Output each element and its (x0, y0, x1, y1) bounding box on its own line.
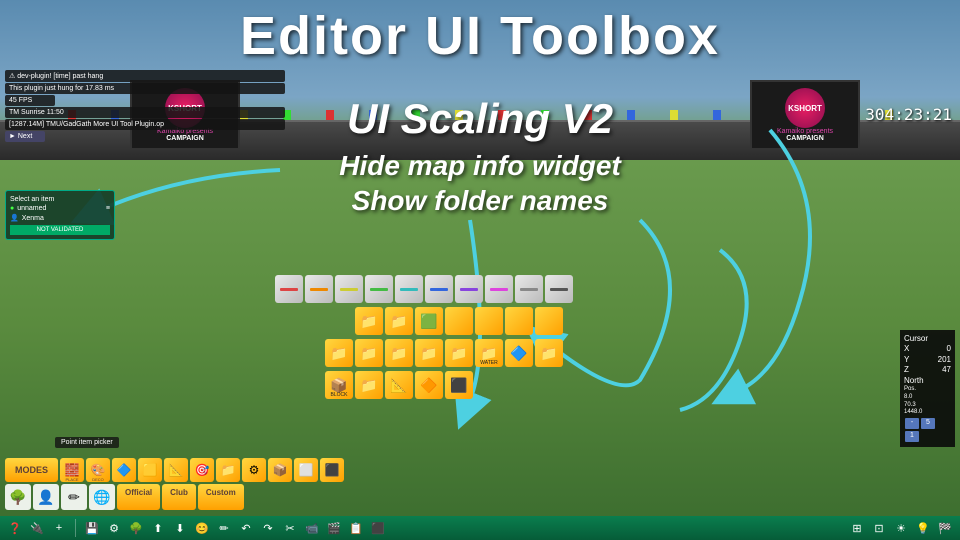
folder-item[interactable]: 📦BLOCK (325, 371, 353, 399)
folder-item[interactable]: 📁WATER (475, 339, 503, 367)
color-swatch[interactable] (455, 275, 483, 303)
grid-icon[interactable]: ⊞ (848, 519, 866, 537)
modes-button[interactable]: MODES (5, 458, 58, 482)
color-palette-row (275, 275, 573, 303)
up-icon[interactable]: ⬆ (149, 519, 167, 537)
folder-item[interactable]: 🔷 (505, 339, 533, 367)
grid-sm-button[interactable]: - (905, 418, 919, 429)
tree-icon[interactable]: 🌳 (127, 519, 145, 537)
color-swatch[interactable] (515, 275, 543, 303)
folder-row-2: 📁 📁 🟩 (355, 307, 563, 335)
tool-globe-icon[interactable]: 🌐 (89, 484, 115, 510)
flag-icon[interactable]: 🏁 (936, 519, 954, 537)
sun-icon[interactable]: ☀ (892, 519, 910, 537)
debug-overlay: ⚠ dev-plugin! [time] past hang This plug… (5, 70, 285, 143)
color-swatch[interactable] (395, 275, 423, 303)
tab-official[interactable]: Official (117, 484, 160, 510)
tool-edit-icon[interactable]: ✏ (61, 484, 87, 510)
folder-item[interactable]: 📐 (385, 371, 413, 399)
plugin-hang-msg: This plugin just hung for 17.83 ms (5, 83, 285, 94)
mode-icon[interactable]: ⚙ (242, 458, 266, 482)
color-swatch[interactable] (305, 275, 333, 303)
mode-icon[interactable]: 📁 (216, 458, 240, 482)
folder-item[interactable]: 📁 (355, 339, 383, 367)
overlay-feature-2: Show folder names (0, 185, 960, 217)
mode-deco-icon[interactable]: 🎨DECO (86, 458, 110, 482)
folder-item[interactable]: 🔶 (415, 371, 443, 399)
folder-item[interactable]: 📁 (535, 339, 563, 367)
mode-icon[interactable]: 📐 (164, 458, 188, 482)
color-swatch[interactable] (545, 275, 573, 303)
cut-icon[interactable]: ✂ (281, 519, 299, 537)
edit-icon[interactable]: ✏ (215, 519, 233, 537)
plugin-icon[interactable]: 🔌 (28, 519, 46, 537)
map-info-title: Select an item (10, 195, 110, 204)
color-swatch[interactable] (275, 275, 303, 303)
folder-item[interactable]: 🟩 (415, 307, 443, 335)
mode-icon[interactable]: 📦 (268, 458, 292, 482)
tool-user-icon[interactable]: 👤 (33, 484, 59, 510)
clipboard-icon[interactable]: 📋 (347, 519, 365, 537)
folder-item[interactable] (445, 307, 473, 335)
folder-item[interactable]: ⬛ (445, 371, 473, 399)
color-swatch[interactable] (485, 275, 513, 303)
folder-item[interactable] (535, 307, 563, 335)
plus-icon[interactable]: + (50, 519, 68, 537)
validation-badge: NOT VALIDATED (10, 225, 110, 235)
folder-item[interactable]: 📁 (325, 339, 353, 367)
record-icon[interactable]: 🎬 (325, 519, 343, 537)
grid-lg-button[interactable]: 1 (905, 431, 919, 442)
grid-md-button[interactable]: 5 (921, 418, 935, 429)
folder-row-3: 📁 📁 📁 📁 📁 📁WATER 🔷 📁 (325, 339, 563, 367)
tab-custom[interactable]: Custom (198, 484, 244, 510)
item-picker-label: Point item picker (55, 437, 119, 448)
folder-item[interactable]: 📁 (385, 339, 413, 367)
plugin-warning: ⚠ dev-plugin! [time] past hang (5, 70, 285, 82)
folder-row-4: 📦BLOCK 📁 📐 🔶 ⬛ (325, 371, 473, 399)
undo-icon[interactable]: ↶ (237, 519, 255, 537)
time-of-day: TM Sunrise 11:50 (5, 107, 285, 118)
mode-icon[interactable]: 🟨 (138, 458, 162, 482)
bottom-toolbar: ❓ 🔌 + 💾 ⚙ 🌳 ⬆ ⬇ 😊 ✏ ↶ ↷ ✂ 📹 🎬 📋 ⬛ ⊞ ⊡ ☀ … (0, 516, 960, 540)
folder-item[interactable]: 📁 (355, 371, 383, 399)
save-icon[interactable]: 💾 (83, 519, 101, 537)
color-swatch[interactable] (335, 275, 363, 303)
color-swatch[interactable] (425, 275, 453, 303)
map-info-widget[interactable]: Select an item ●unnamed≡ 👤Xenma NOT VALI… (5, 190, 115, 240)
mode-icon[interactable]: 🔷 (112, 458, 136, 482)
overlay-title: Editor UI Toolbox (0, 5, 960, 67)
next-button[interactable]: ► Next (5, 131, 45, 142)
folder-item[interactable]: 📁 (415, 339, 443, 367)
tab-club[interactable]: Club (162, 484, 196, 510)
map-user: ●unnamed≡ (10, 204, 110, 213)
tool-tree-icon[interactable]: 🌳 (5, 484, 31, 510)
gear-icon[interactable]: ⚙ (105, 519, 123, 537)
fps-counter: 45 FPS (5, 95, 55, 106)
block-icon[interactable]: ⬛ (369, 519, 387, 537)
cursor-info-panel: Cursor X0 Y201 Z47 North Pos. 8.0 70.3 1… (900, 330, 955, 447)
folder-item[interactable]: 📁 (445, 339, 473, 367)
light-icon[interactable]: 💡 (914, 519, 932, 537)
redo-icon[interactable]: ↷ (259, 519, 277, 537)
snap-icon[interactable]: ⊡ (870, 519, 888, 537)
folder-item[interactable]: 📁 (355, 307, 383, 335)
editor-panel: MODES 🧱PLACE 🎨DECO 🔷 🟨 📐 🎯 📁 ⚙ 📦 ⬜ ⬛ 🌳 👤… (5, 458, 375, 512)
camera-icon[interactable]: 📹 (303, 519, 321, 537)
mode-icon[interactable]: ⬜ (294, 458, 318, 482)
mode-place-icon[interactable]: 🧱PLACE (60, 458, 84, 482)
down-icon[interactable]: ⬇ (171, 519, 189, 537)
mode-icon[interactable]: ⬛ (320, 458, 344, 482)
face-icon[interactable]: 😊 (193, 519, 211, 537)
mode-icon[interactable]: 🎯 (190, 458, 214, 482)
help-icon[interactable]: ❓ (6, 519, 24, 537)
folder-item[interactable] (475, 307, 503, 335)
folder-item[interactable] (505, 307, 533, 335)
folder-item[interactable]: 📁 (385, 307, 413, 335)
overlay-feature-1: Hide map info widget (0, 150, 960, 182)
map-author: 👤Xenma (10, 213, 110, 223)
file-path: [1287.14M] TMU/GadGath More UI Tool Plug… (5, 119, 285, 130)
color-swatch[interactable] (365, 275, 393, 303)
